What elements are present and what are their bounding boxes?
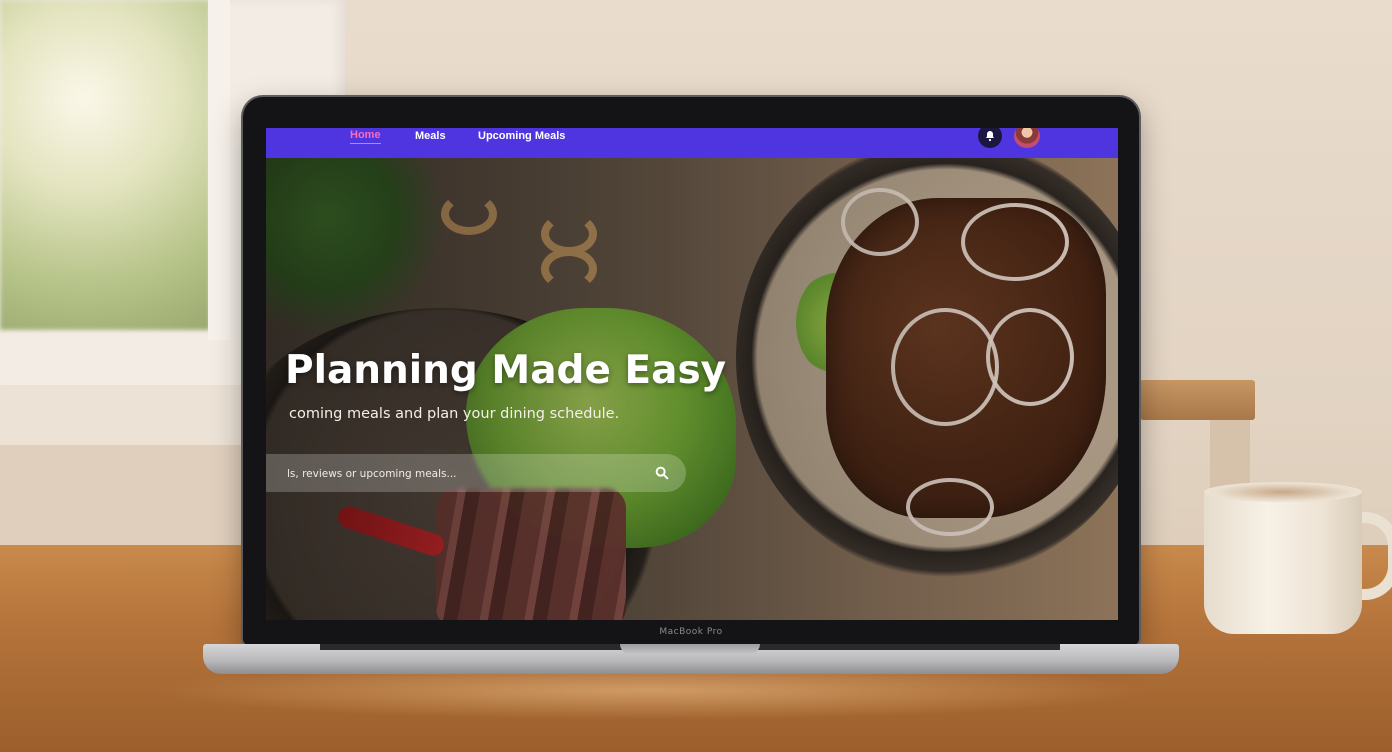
search-bar	[266, 454, 686, 492]
navbar: Home Meals Upcoming Meals	[266, 128, 1118, 158]
nav-meals-link[interactable]: Meals	[415, 130, 446, 142]
bench-seat	[1140, 380, 1255, 420]
cup-rim	[1204, 482, 1362, 502]
laptop-bezel-label: MacBook Pro	[659, 627, 723, 637]
laptop-screen: Home Meals Upcoming Meals Planning Made …	[266, 128, 1118, 620]
hero-title: Planning Made Easy	[285, 348, 727, 393]
laptop-notch	[620, 644, 760, 654]
bell-icon	[986, 131, 994, 142]
search-input[interactable]	[285, 463, 629, 485]
window-mullion	[208, 0, 230, 340]
search-icon[interactable]	[654, 465, 670, 481]
nav-home-link[interactable]: Home	[350, 129, 381, 144]
window-glass	[0, 0, 210, 330]
nav-upcoming-meals-link[interactable]: Upcoming Meals	[478, 130, 565, 142]
notifications-button[interactable]	[978, 128, 1002, 148]
avatar[interactable]	[1014, 128, 1040, 148]
hero-subtitle: coming meals and plan your dining schedu…	[289, 406, 620, 422]
coffee-cup	[1204, 488, 1362, 634]
